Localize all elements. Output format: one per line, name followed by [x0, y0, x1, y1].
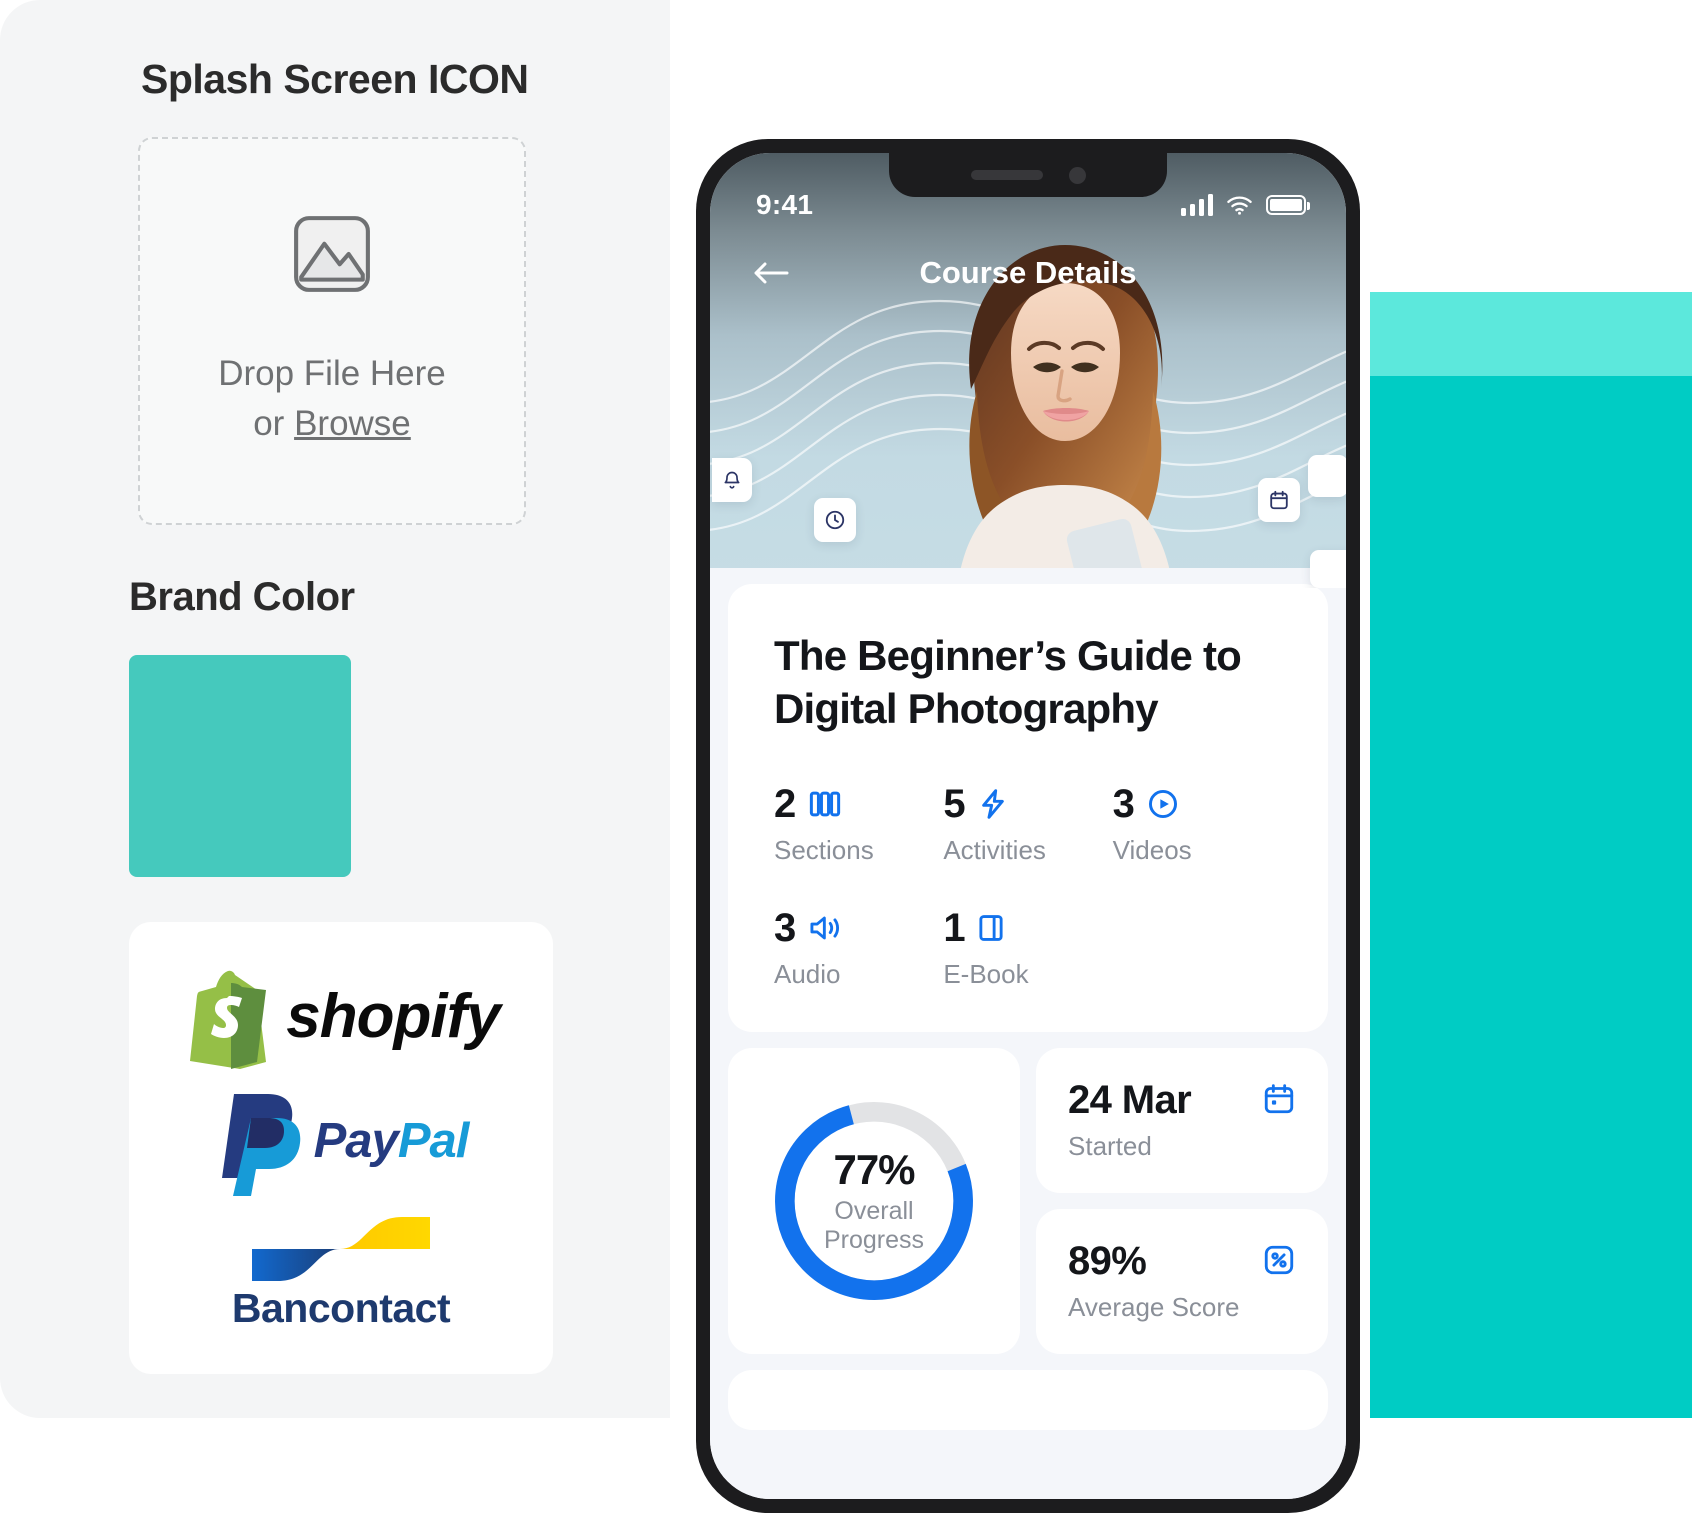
- stat-value: 2: [774, 781, 797, 826]
- started-date-label: Started: [1068, 1130, 1152, 1161]
- bell-badge[interactable]: [712, 458, 752, 502]
- average-score-label: Average Score: [1068, 1291, 1240, 1322]
- started-date-value: 24 Mar: [1068, 1077, 1192, 1122]
- bancontact-mark-icon: [251, 1216, 430, 1281]
- signal-bars-icon: [1181, 194, 1213, 216]
- calendar-icon: [1262, 1082, 1296, 1121]
- dropzone-or-text: or: [253, 404, 295, 443]
- overall-progress-card: 77% Overall Progress: [728, 1047, 1020, 1354]
- course-summary-card: The Beginner’s Guide to Digital Photogra…: [728, 584, 1328, 1032]
- teal-accent-panel: [1370, 376, 1692, 1418]
- play-circle-icon: [1147, 788, 1179, 820]
- brand-color-swatch[interactable]: [129, 655, 351, 877]
- shopify-logo: shopify: [129, 965, 553, 1069]
- paypal-wordmark: PayPal: [313, 1113, 470, 1168]
- next-section-card[interactable]: [728, 1369, 1328, 1430]
- back-button[interactable]: [748, 250, 794, 296]
- paypal-p-icon: [221, 1093, 300, 1196]
- brand-color-heading: Brand Color: [129, 575, 355, 619]
- nav-bar: Course Details: [710, 237, 1346, 309]
- course-title: The Beginner’s Guide to Digital Photogra…: [774, 632, 1242, 732]
- stat-label: E-Book: [943, 958, 1029, 989]
- stat-sections: 2 Sections: [774, 782, 943, 866]
- stat-ebook: 1 E-Book: [943, 906, 1112, 990]
- calendar-icon: [1270, 490, 1288, 510]
- progress-caption: Overall Progress: [824, 1197, 924, 1256]
- phone-notch: [889, 153, 1167, 197]
- stat-activities: 5 Activities: [943, 782, 1112, 866]
- teal-accent-top: [1370, 292, 1692, 376]
- bell-icon: [724, 471, 740, 489]
- status-indicators: [1181, 194, 1310, 216]
- progress-percent: 77%: [833, 1145, 915, 1193]
- progress-ring-label: 77% Overall Progress: [767, 1094, 981, 1308]
- arrow-left-icon: [754, 262, 789, 284]
- front-camera: [1068, 166, 1086, 184]
- stat-value: 3: [1112, 781, 1135, 826]
- stat-label: Activities: [943, 834, 1046, 865]
- earpiece-speaker: [970, 170, 1043, 180]
- stat-videos: 3 Videos: [1113, 782, 1282, 866]
- browse-link[interactable]: Browse: [294, 404, 411, 443]
- screenshot-root: Splash Screen ICON Drop File Here or Bro…: [0, 0, 1692, 1513]
- speaker-icon: [808, 913, 842, 943]
- percent-badge-icon: [1262, 1243, 1296, 1282]
- stat-label: Sections: [774, 834, 874, 865]
- calendar-badge[interactable]: [1258, 478, 1300, 522]
- square-badge[interactable]: [1308, 455, 1346, 497]
- status-time: 9:41: [756, 189, 814, 220]
- course-content: The Beginner’s Guide to Digital Photogra…: [710, 568, 1346, 1499]
- stat-audio: 3 Audio: [774, 906, 943, 990]
- phone-screen: 9:41 Course Details The Beginner’s Guide…: [710, 153, 1346, 1499]
- splash-screen-icon-heading: Splash Screen ICON: [141, 56, 529, 102]
- course-stats-grid: 2 Sections 5 Activities 3 Videos 3 Audio…: [774, 782, 1282, 990]
- wifi-icon: [1227, 196, 1252, 215]
- progress-caption-line2: Progress: [823, 1226, 925, 1255]
- shopify-bag-icon: [190, 970, 267, 1069]
- progress-ring: 77% Overall Progress: [767, 1094, 981, 1308]
- battery-icon: [1266, 195, 1310, 215]
- average-score-value: 89%: [1068, 1238, 1147, 1283]
- image-placeholder-icon: [294, 216, 370, 293]
- book-icon: [978, 913, 1004, 943]
- stat-value: 3: [774, 905, 797, 950]
- clock-badge[interactable]: [814, 498, 856, 542]
- dropzone-secondary-text: or Browse: [253, 399, 411, 449]
- stat-value: 5: [943, 781, 966, 826]
- page-title: Course Details: [919, 255, 1137, 290]
- stat-label: Videos: [1112, 834, 1192, 865]
- metrics-column: 24 Mar Started 89% Average Score: [1036, 1047, 1328, 1354]
- stat-label: Audio: [774, 958, 841, 989]
- progress-row: 77% Overall Progress 24 Mar Started 89% …: [728, 1047, 1328, 1354]
- dropzone-primary-text: Drop File Here: [218, 354, 446, 394]
- bancontact-wordmark: Bancontact: [231, 1284, 451, 1331]
- stat-value: 1: [943, 905, 966, 950]
- progress-caption-line1: Overall: [834, 1196, 914, 1225]
- phone-mockup: 9:41 Course Details The Beginner’s Guide…: [696, 139, 1360, 1513]
- lightning-icon: [978, 788, 1008, 820]
- bancontact-logo: Bancontact: [231, 1213, 451, 1332]
- shopify-wordmark: shopify: [286, 982, 500, 1051]
- started-date-card: 24 Mar Started: [1036, 1047, 1328, 1193]
- payment-logos-card: shopify PayPal Bancontact: [129, 922, 553, 1374]
- clock-icon: [825, 510, 845, 530]
- columns-icon: [808, 789, 842, 819]
- paypal-logo: PayPal: [129, 1086, 553, 1196]
- half-square-badge[interactable]: [1310, 550, 1346, 588]
- average-score-card: 89% Average Score: [1036, 1208, 1328, 1354]
- file-dropzone[interactable]: Drop File Here or Browse: [138, 137, 526, 525]
